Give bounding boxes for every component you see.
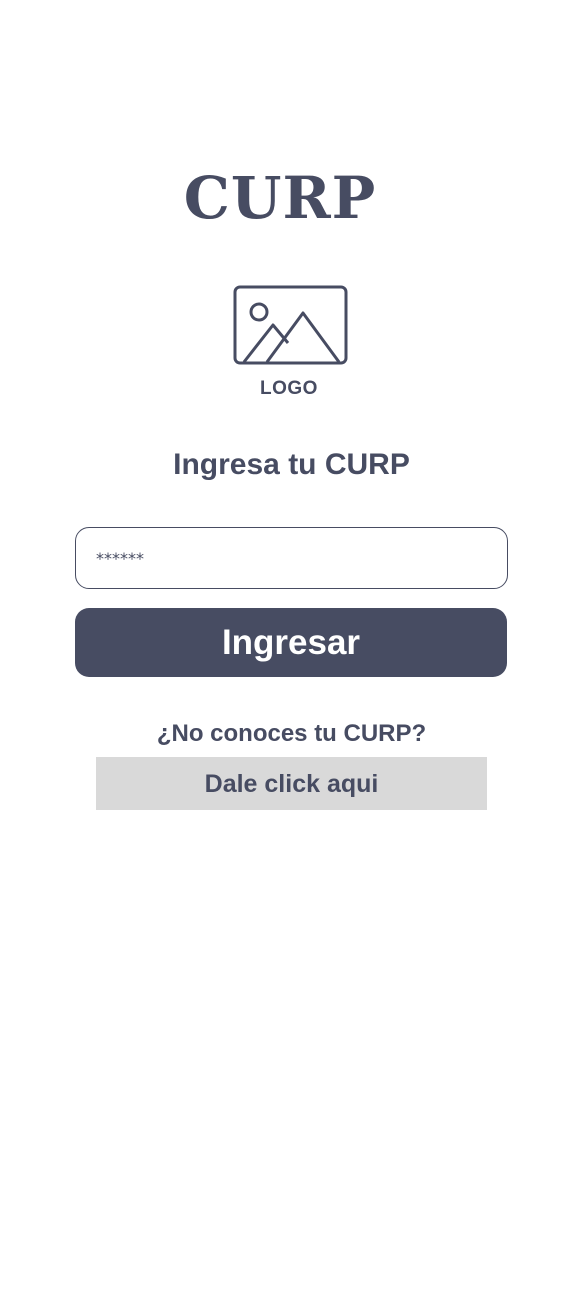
image-placeholder-icon: [233, 285, 348, 365]
app-title: CURP: [183, 164, 377, 232]
prompt-heading: Ingresa tu CURP: [173, 448, 410, 481]
logo-label: LOGO: [260, 378, 318, 399]
submit-button[interactable]: Ingresar: [75, 608, 507, 677]
help-link-button[interactable]: Dale click aqui: [96, 757, 487, 810]
curp-input[interactable]: [75, 527, 508, 589]
help-question: ¿No conoces tu CURP?: [156, 720, 427, 747]
